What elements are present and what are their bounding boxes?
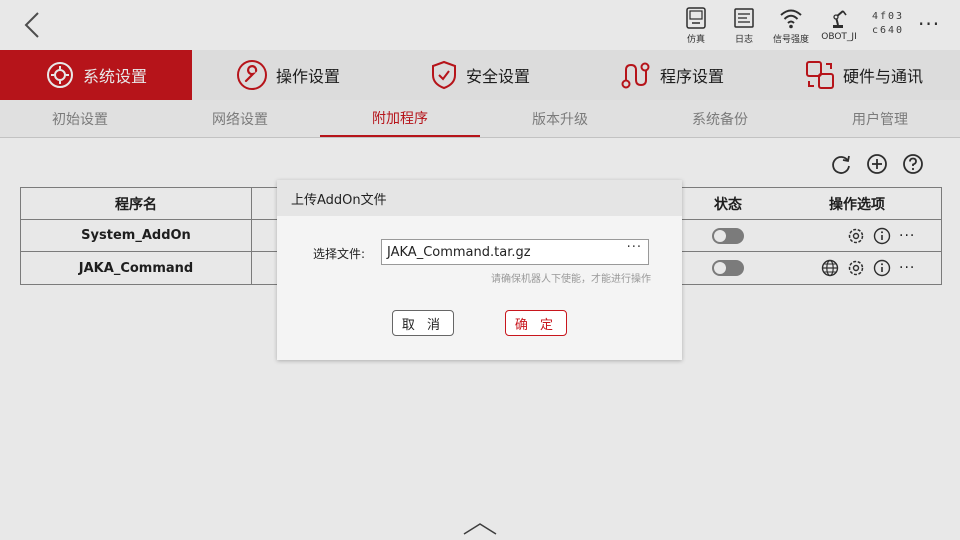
enable-hint: 请确保机器人下使能，才能进行操作 bbox=[491, 274, 651, 285]
file-path-value: JAKA_Command.tar.gz bbox=[387, 244, 531, 260]
file-label: 选择文件: bbox=[313, 247, 366, 261]
upload-addon-dialog: 上传AddOn文件 选择文件: JAKA_Command.tar.gz ··· … bbox=[277, 180, 682, 360]
cancel-button[interactable]: 取 消 bbox=[392, 310, 454, 336]
browse-file-button[interactable]: ··· bbox=[627, 240, 642, 255]
dialog-title: 上传AddOn文件 bbox=[277, 180, 682, 216]
confirm-button[interactable]: 确 定 bbox=[505, 310, 567, 336]
file-path-input[interactable]: JAKA_Command.tar.gz ··· bbox=[381, 239, 649, 265]
